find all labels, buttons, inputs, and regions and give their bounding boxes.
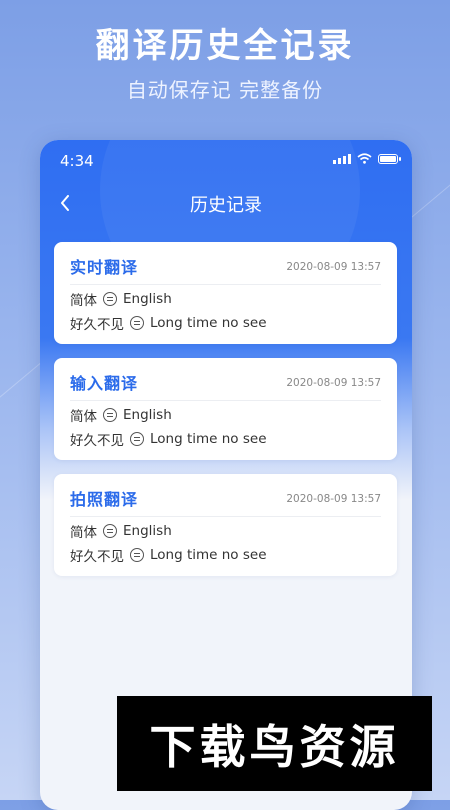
target-language: English bbox=[123, 291, 172, 307]
status-time: 4:34 bbox=[60, 152, 94, 170]
history-card-title: 实时翻译 bbox=[70, 258, 139, 277]
promo-subtitle: 自动保存记 完整备份 bbox=[126, 78, 324, 102]
language-pair-row: 简体 English bbox=[70, 289, 172, 309]
swap-icon bbox=[130, 432, 144, 446]
status-icons bbox=[333, 153, 401, 164]
nav-bar: 历史记录 bbox=[40, 188, 412, 218]
translation-row: 好久不见 Long time no see bbox=[70, 429, 267, 449]
card-divider bbox=[70, 400, 381, 401]
source-language: 简体 bbox=[70, 293, 97, 309]
card-divider bbox=[70, 516, 381, 517]
source-language: 简体 bbox=[70, 525, 97, 541]
swap-icon bbox=[103, 408, 117, 422]
target-language: English bbox=[123, 523, 172, 539]
wifi-icon bbox=[357, 153, 372, 164]
history-card-date: 2020-08-09 13:57 bbox=[286, 493, 381, 505]
history-card[interactable]: 输入翻译 2020-08-09 13:57 简体 English 好久不见 Lo… bbox=[54, 358, 397, 460]
promo-title: 翻译历史全记录 bbox=[95, 26, 355, 66]
history-card[interactable]: 实时翻译 2020-08-09 13:57 简体 English 好久不见 Lo… bbox=[54, 242, 397, 344]
translated-text: Long time no see bbox=[150, 315, 267, 331]
swap-icon bbox=[103, 292, 117, 306]
source-language: 简体 bbox=[70, 409, 97, 425]
history-card-title: 输入翻译 bbox=[70, 374, 139, 393]
source-text: 好久不见 bbox=[70, 317, 124, 333]
language-pair-row: 简体 English bbox=[70, 521, 172, 541]
watermark-logo: 下载鸟资源 bbox=[117, 696, 432, 791]
history-card-title: 拍照翻译 bbox=[70, 490, 139, 509]
history-card[interactable]: 拍照翻译 2020-08-09 13:57 简体 English 好久不见 Lo… bbox=[54, 474, 397, 576]
translation-row: 好久不见 Long time no see bbox=[70, 313, 267, 333]
swap-icon bbox=[130, 548, 144, 562]
page-title: 历史记录 bbox=[190, 195, 262, 216]
card-divider bbox=[70, 284, 381, 285]
signal-icon bbox=[333, 153, 351, 164]
source-text: 好久不见 bbox=[70, 549, 124, 565]
source-text: 好久不见 bbox=[70, 433, 124, 449]
translation-row: 好久不见 Long time no see bbox=[70, 545, 267, 565]
history-card-date: 2020-08-09 13:57 bbox=[286, 377, 381, 389]
swap-icon bbox=[130, 316, 144, 330]
translated-text: Long time no see bbox=[150, 547, 267, 563]
battery-icon bbox=[378, 153, 401, 164]
history-card-date: 2020-08-09 13:57 bbox=[286, 261, 381, 273]
language-pair-row: 简体 English bbox=[70, 405, 172, 425]
swap-icon bbox=[103, 524, 117, 538]
translated-text: Long time no see bbox=[150, 431, 267, 447]
status-bar: 4:34 bbox=[40, 140, 412, 180]
target-language: English bbox=[123, 407, 172, 423]
